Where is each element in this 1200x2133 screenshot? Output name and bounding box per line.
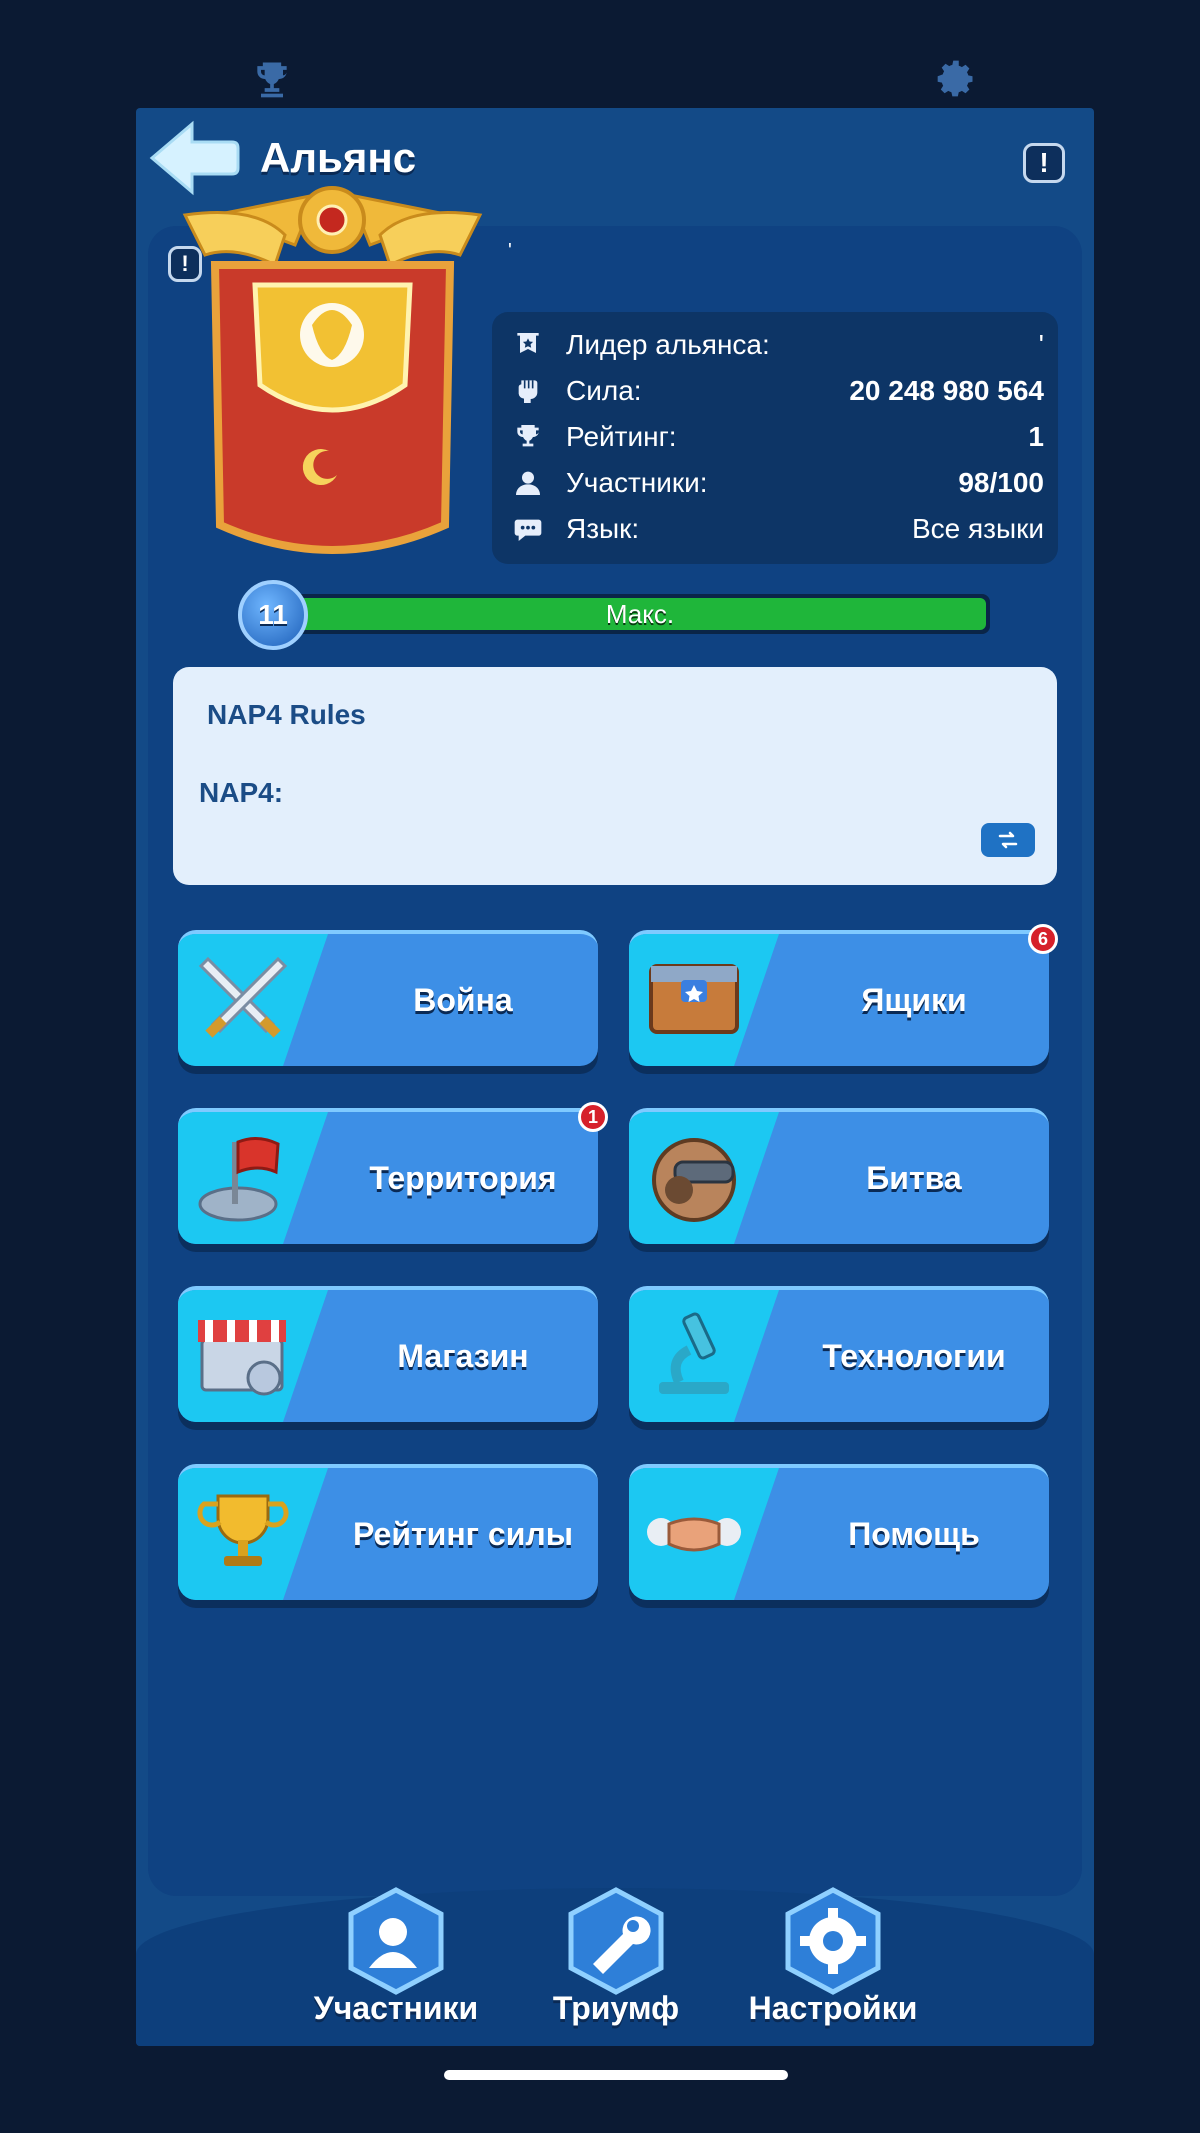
chest-icon: [649, 964, 739, 1034]
wrench-icon: [568, 1887, 664, 1995]
stat-language: Язык: Все языки: [508, 506, 1044, 552]
stat-value[interactable]: ': [1039, 329, 1044, 361]
menu-label: Битва: [866, 1159, 962, 1196]
power-rating-button[interactable]: Рейтинг силы: [178, 1464, 598, 1600]
fist-icon: [508, 371, 548, 411]
alliance-level-badge: 11: [238, 580, 308, 650]
menu-label: Магазин: [397, 1337, 529, 1374]
chests-notification-badge: 6: [1028, 924, 1058, 954]
gear-icon: [785, 1887, 881, 1995]
members-icon: [348, 1887, 444, 1995]
person-icon: [508, 463, 548, 503]
stat-members: Участники: 98/100: [508, 460, 1044, 506]
nav-label: Настройки: [748, 1990, 918, 2026]
alliance-emblem: [182, 186, 483, 554]
menu-label: Помощь: [848, 1515, 980, 1552]
description-title: NAP4 Rules: [207, 699, 366, 730]
stat-label: Участники:: [566, 467, 708, 498]
shop-icon: [198, 1320, 286, 1396]
trophy-cup-icon: [197, 1494, 289, 1566]
war-button[interactable]: Война: [178, 930, 598, 1066]
stat-leader: Лидер альянса: ': [508, 322, 1044, 368]
stat-value: 1: [1028, 421, 1044, 452]
nav-members[interactable]: Участники: [296, 1886, 496, 2046]
stat-label: Сила:: [566, 375, 642, 406]
leader-banner-icon: [508, 325, 548, 365]
alliance-level-progress: Макс.: [290, 594, 990, 634]
trophy-icon: [508, 417, 548, 457]
chests-button[interactable]: Ящики: [629, 930, 1049, 1066]
stat-label: Язык:: [566, 513, 640, 544]
microscope-icon: [659, 1312, 729, 1394]
help-button[interactable]: Помощь: [629, 1464, 1049, 1600]
menu-label: Территория: [369, 1159, 557, 1196]
trophy-icon[interactable]: [248, 55, 296, 103]
stat-rating: Рейтинг: 1: [508, 414, 1044, 460]
technologies-button[interactable]: Технологии: [629, 1286, 1049, 1422]
crossed-swords-icon: [198, 956, 288, 1038]
info-button[interactable]: !: [1023, 143, 1065, 183]
flag-icon: [198, 1137, 280, 1222]
shop-button[interactable]: Магазин: [178, 1286, 598, 1422]
home-indicator[interactable]: [444, 2070, 788, 2080]
swap-arrows-icon: [998, 831, 1018, 849]
nav-settings[interactable]: Настройки: [733, 1886, 933, 2046]
alliance-stats: Лидер альянса: ' Сила: 20 248 980 564 Ре…: [492, 312, 1058, 564]
cannon-icon: [652, 1138, 736, 1222]
menu-label: Технологии: [822, 1337, 1006, 1374]
level-progress-fill: Макс.: [294, 598, 986, 630]
territory-button[interactable]: Территория: [178, 1108, 598, 1244]
translate-button[interactable]: [981, 823, 1035, 857]
stat-label: Рейтинг:: [566, 421, 677, 452]
territory-notification-badge: 1: [578, 1102, 608, 1132]
stat-label: Лидер альянса:: [566, 329, 770, 360]
nav-label: Триумф: [552, 1990, 680, 2026]
nav-triumph[interactable]: Триумф: [516, 1886, 716, 2046]
stat-value: 20 248 980 564: [849, 375, 1044, 406]
battle-button[interactable]: Битва: [629, 1108, 1049, 1244]
stat-power: Сила: 20 248 980 564: [508, 368, 1044, 414]
chat-icon: [508, 509, 548, 549]
menu-label: Ящики: [861, 981, 967, 1018]
menu-label: Война: [413, 981, 513, 1018]
description-body: NAP4:: [199, 777, 284, 808]
stat-value: 98/100: [958, 467, 1044, 498]
alliance-name: ': [508, 240, 512, 262]
alliance-description: NAP4 Rules NAP4:: [173, 667, 1057, 885]
gear-icon[interactable]: [932, 55, 980, 103]
handshake-icon: [647, 1517, 741, 1552]
exclamation-icon: !: [1039, 147, 1049, 178]
menu-label: Рейтинг силы: [352, 1515, 574, 1552]
stat-value: Все языки: [911, 513, 1044, 544]
nav-label: Участники: [313, 1990, 479, 2026]
